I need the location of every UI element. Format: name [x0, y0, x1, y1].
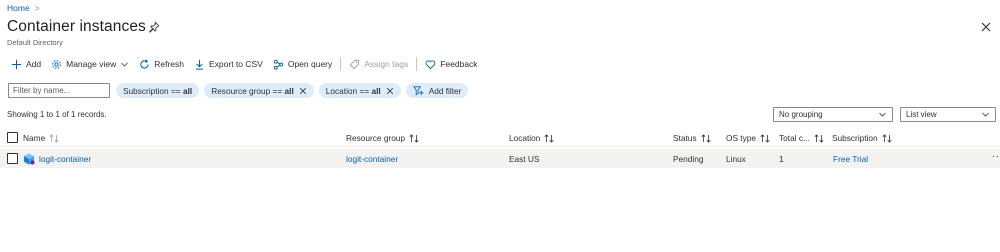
column-header-subscription[interactable]: Subscription	[832, 133, 892, 143]
assign-tags-button[interactable]: Assign tags	[344, 56, 413, 72]
row-resource-group-link[interactable]: logit-container	[346, 154, 398, 164]
add-button[interactable]: Add	[6, 56, 46, 72]
column-header-resource-group[interactable]: Resource group	[346, 133, 419, 143]
sort-icon	[49, 133, 59, 143]
export-csv-button[interactable]: Export to CSV	[189, 56, 268, 72]
column-name-label: Name	[23, 133, 46, 143]
add-filter-label: Add filter	[428, 85, 462, 96]
row-checkbox[interactable]	[7, 153, 18, 164]
table-header: Name Resource group Location Status OS t…	[0, 130, 1000, 147]
column-header-location[interactable]: Location	[509, 133, 554, 143]
grouping-dropdown[interactable]: No grouping	[773, 107, 893, 122]
column-total-label: Total c...	[779, 133, 810, 143]
download-icon	[195, 59, 204, 70]
sort-icon	[701, 133, 711, 143]
subscription-filter-text: Subscription == all	[123, 85, 193, 96]
chevron-down-icon	[121, 62, 128, 67]
sort-icon	[814, 133, 824, 143]
resource-group-filter-pill[interactable]: Resource group == all	[204, 83, 314, 98]
sort-icon	[409, 133, 419, 143]
column-status-label: Status	[673, 133, 697, 143]
grouping-selected: No grouping	[779, 110, 823, 119]
column-header-name[interactable]: Name	[23, 133, 59, 143]
breadcrumb-home-link[interactable]: Home	[7, 3, 30, 13]
filter-by-name-input[interactable]	[8, 83, 110, 98]
records-count: Showing 1 to 1 of 1 records.	[7, 110, 107, 119]
toolbar-divider	[340, 57, 342, 71]
chevron-down-icon	[982, 112, 989, 117]
breadcrumb: Home >	[7, 3, 39, 13]
open-query-button[interactable]: Open query	[268, 56, 337, 72]
sort-icon	[760, 133, 770, 143]
add-label: Add	[26, 59, 42, 69]
refresh-label: Refresh	[154, 59, 184, 69]
row-subscription-link[interactable]: Free Trial	[833, 154, 868, 164]
more-options-icon[interactable]: ···	[992, 151, 1000, 162]
select-all-checkbox[interactable]	[7, 132, 18, 143]
column-header-os-type[interactable]: OS type	[726, 133, 770, 143]
close-icon[interactable]	[386, 87, 394, 95]
pin-icon[interactable]	[148, 21, 160, 33]
open-query-label: Open query	[287, 59, 333, 69]
feedback-label: Feedback	[440, 59, 478, 69]
view-selected: List view	[906, 110, 937, 119]
row-status: Pending	[673, 154, 704, 164]
gear-icon	[52, 59, 61, 69]
resource-group-filter-text: Resource group == all	[211, 85, 294, 96]
container-instance-icon	[24, 153, 35, 165]
table-row[interactable]: logit-container logit-container East US …	[0, 149, 1000, 168]
filter-pills: Subscription == all Resource group == al…	[116, 83, 469, 98]
column-header-status[interactable]: Status	[673, 133, 711, 143]
query-icon	[273, 59, 284, 70]
location-filter-text: Location == all	[325, 85, 381, 96]
assign-tags-label: Assign tags	[364, 59, 409, 69]
export-csv-label: Export to CSV	[208, 59, 263, 69]
column-resource-group-label: Resource group	[346, 133, 406, 143]
tag-icon	[349, 59, 360, 69]
row-name-link[interactable]: logit-container	[39, 154, 91, 164]
close-icon[interactable]	[299, 87, 307, 95]
manage-view-label: Manage view	[66, 59, 117, 69]
feedback-button[interactable]: Feedback	[420, 56, 482, 72]
directory-subtitle: Default Directory	[7, 38, 63, 47]
add-filter-icon	[412, 86, 424, 96]
column-header-total[interactable]: Total c...	[779, 133, 824, 143]
row-total: 1	[779, 154, 784, 164]
page-title: Container instances	[7, 18, 146, 35]
row-location: East US	[509, 154, 540, 164]
row-os-type: Linux	[726, 154, 746, 164]
heart-icon	[425, 59, 436, 69]
chevron-down-icon	[879, 112, 886, 117]
location-filter-pill[interactable]: Location == all	[318, 83, 401, 98]
chevron-right-icon: >	[34, 3, 40, 13]
manage-view-button[interactable]: Manage view	[46, 56, 134, 72]
sort-icon	[882, 133, 892, 143]
column-os-type-label: OS type	[726, 133, 756, 143]
sort-icon	[544, 133, 554, 143]
column-subscription-label: Subscription	[832, 133, 878, 143]
command-bar: Add Manage view Refresh Export to CSV Op…	[6, 56, 483, 72]
view-dropdown[interactable]: List view	[900, 107, 996, 122]
refresh-button[interactable]: Refresh	[134, 56, 189, 72]
toolbar-divider	[416, 57, 418, 71]
subscription-filter-pill[interactable]: Subscription == all	[116, 83, 200, 98]
plus-icon	[11, 59, 22, 69]
close-icon[interactable]	[980, 21, 992, 33]
add-filter-button[interactable]: Add filter	[405, 83, 469, 98]
refresh-icon	[140, 59, 149, 69]
column-location-label: Location	[509, 133, 541, 143]
